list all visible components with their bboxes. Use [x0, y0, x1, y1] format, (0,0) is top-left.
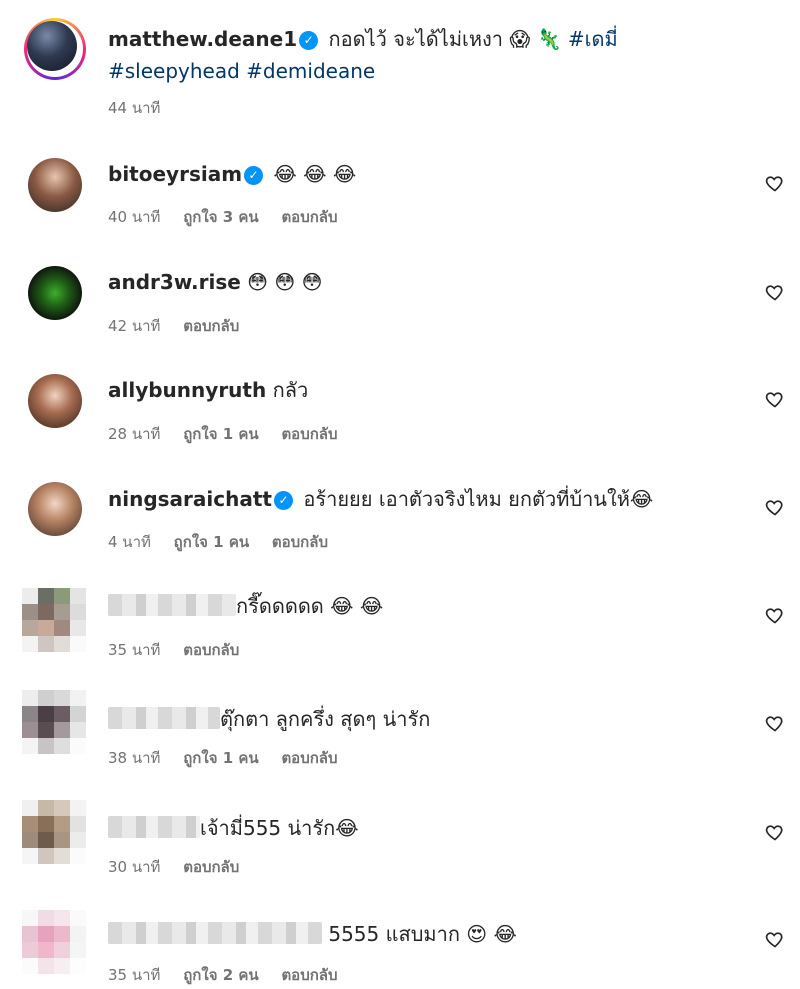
comment: 5555 แสบมาก 😍 😂: [108, 920, 517, 948]
comment: ningsaraichatt ✓ อร้ายยย เอาตัวจริงไหม ยก…: [108, 485, 653, 513]
heart-outline-icon[interactable]: [765, 497, 785, 517]
comment-username[interactable]: ningsaraichatt: [108, 487, 272, 511]
commenter-avatar[interactable]: [28, 482, 82, 536]
comment-time: 28 นาที: [108, 425, 161, 443]
heart-outline-icon[interactable]: [765, 389, 785, 409]
comment-time: 42 นาที: [108, 317, 161, 335]
comment-time: 30 นาที: [108, 858, 161, 876]
reply-button[interactable]: ตอบกลับ: [281, 749, 337, 767]
commenter-avatar[interactable]: [22, 800, 86, 864]
post-caption: matthew.deane1 ✓ กอดไว้ จะได้ไม่เหงา 😱 🦎 …: [108, 25, 618, 53]
verified-badge-icon: ✓: [299, 31, 319, 50]
reply-button[interactable]: ตอบกลับ: [183, 858, 239, 876]
comment-username-redacted[interactable]: [108, 594, 236, 616]
comment-meta: 40 นาที ถูกใจ 3 คน ตอบกลับ: [108, 205, 356, 229]
comment-username-redacted[interactable]: [108, 707, 220, 729]
comment: bitoeyrsiam ✓ 😂 😂 😂: [108, 160, 356, 188]
comment-text: อร้ายยย เอาตัวจริงไหม ยกตัวที่บ้านให้😂: [303, 487, 654, 511]
commenter-avatar[interactable]: [28, 158, 82, 212]
comment-username[interactable]: andr3w.rise: [108, 270, 241, 294]
reply-button[interactable]: ตอบกลับ: [281, 425, 337, 443]
reply-button[interactable]: ตอบกลับ: [183, 641, 239, 659]
reply-button[interactable]: ตอบกลับ: [281, 208, 337, 226]
comment-meta: 4 นาที ถูกใจ 1 คน ตอบกลับ: [108, 530, 346, 554]
comment-time: 4 นาที: [108, 533, 151, 551]
comment-time: 35 นาที: [108, 641, 161, 659]
caption-emojis: 😱 🦎: [509, 27, 562, 51]
comment-text: กรี๊ดดดดด 😂 😂: [236, 594, 384, 618]
comment: allybunnyruth กลัว: [108, 376, 308, 404]
comment-text: กลัว: [272, 378, 309, 402]
post-meta: 44 นาที: [108, 96, 178, 120]
comment-text: 😳 😳 😳: [247, 270, 323, 294]
heart-outline-icon[interactable]: [765, 822, 785, 842]
comment-username[interactable]: allybunnyruth: [108, 378, 266, 402]
comment-meta: 42 นาที ตอบกลับ: [108, 314, 257, 338]
comment-username-redacted[interactable]: [108, 816, 200, 838]
comment: ตุ๊กตา ลูกครึ่ง สุดๆ น่ารัก: [108, 705, 430, 733]
reply-button[interactable]: ตอบกลับ: [272, 533, 328, 551]
comment-time: 40 นาที: [108, 208, 161, 226]
comment-meta: 35 นาที ถูกใจ 2 คน ตอบกลับ: [108, 963, 356, 987]
comment-username[interactable]: bitoeyrsiam: [108, 162, 242, 186]
heart-outline-icon[interactable]: [765, 605, 785, 625]
comment-likes[interactable]: ถูกใจ 1 คน: [174, 533, 249, 551]
comment: andr3w.rise 😳 😳 😳: [108, 268, 322, 296]
heart-outline-icon[interactable]: [765, 282, 785, 302]
caption-hashtags[interactable]: #sleepyhead #demideane: [108, 57, 375, 85]
commenter-avatar[interactable]: [22, 910, 86, 974]
reply-button[interactable]: ตอบกลับ: [183, 317, 239, 335]
reply-button[interactable]: ตอบกลับ: [281, 966, 337, 984]
commenter-avatar[interactable]: [22, 588, 86, 652]
comment-meta: 30 นาที ตอบกลับ: [108, 855, 257, 879]
heart-outline-icon[interactable]: [765, 173, 785, 193]
hashtag-demi[interactable]: #เดมี่: [568, 27, 618, 51]
post-time: 44 นาที: [108, 99, 161, 117]
post-author-avatar[interactable]: [24, 18, 86, 80]
comment-time: 38 นาที: [108, 749, 161, 767]
comment-likes[interactable]: ถูกใจ 1 คน: [183, 749, 258, 767]
comment: กรี๊ดดดดด 😂 😂: [108, 592, 383, 620]
comment-meta: 35 นาที ตอบกลับ: [108, 638, 257, 662]
commenter-avatar[interactable]: [28, 266, 82, 320]
comment-text: 5555 แสบมาก 😍 😂: [328, 922, 517, 946]
comment-likes[interactable]: ถูกใจ 2 คน: [183, 966, 258, 984]
verified-badge-icon: ✓: [244, 166, 264, 185]
comment-text: เจ้ามี่555 น่ารัก😂: [200, 816, 359, 840]
comment: เจ้ามี่555 น่ารัก😂: [108, 814, 359, 842]
comment-meta: 38 นาที ถูกใจ 1 คน ตอบกลับ: [108, 746, 356, 770]
comment-likes[interactable]: ถูกใจ 3 คน: [183, 208, 258, 226]
comment-time: 35 นาที: [108, 966, 161, 984]
comments-panel: matthew.deane1 ✓ กอดไว้ จะได้ไม่เหงา 😱 🦎 …: [0, 0, 800, 989]
caption-text: กอดไว้ จะได้ไม่เหงา: [328, 27, 504, 51]
heart-outline-icon[interactable]: [765, 929, 785, 949]
commenter-avatar[interactable]: [28, 374, 82, 428]
post-username[interactable]: matthew.deane1: [108, 27, 297, 51]
verified-badge-icon: ✓: [273, 491, 293, 510]
comment-text: ตุ๊กตา ลูกครึ่ง สุดๆ น่ารัก: [220, 707, 431, 731]
heart-outline-icon[interactable]: [765, 713, 785, 733]
commenter-avatar[interactable]: [22, 690, 86, 754]
comment-meta: 28 นาที ถูกใจ 1 คน ตอบกลับ: [108, 422, 356, 446]
comment-likes[interactable]: ถูกใจ 1 คน: [183, 425, 258, 443]
comment-text: 😂 😂 😂: [273, 162, 357, 186]
comment-username-redacted[interactable]: [108, 922, 322, 944]
